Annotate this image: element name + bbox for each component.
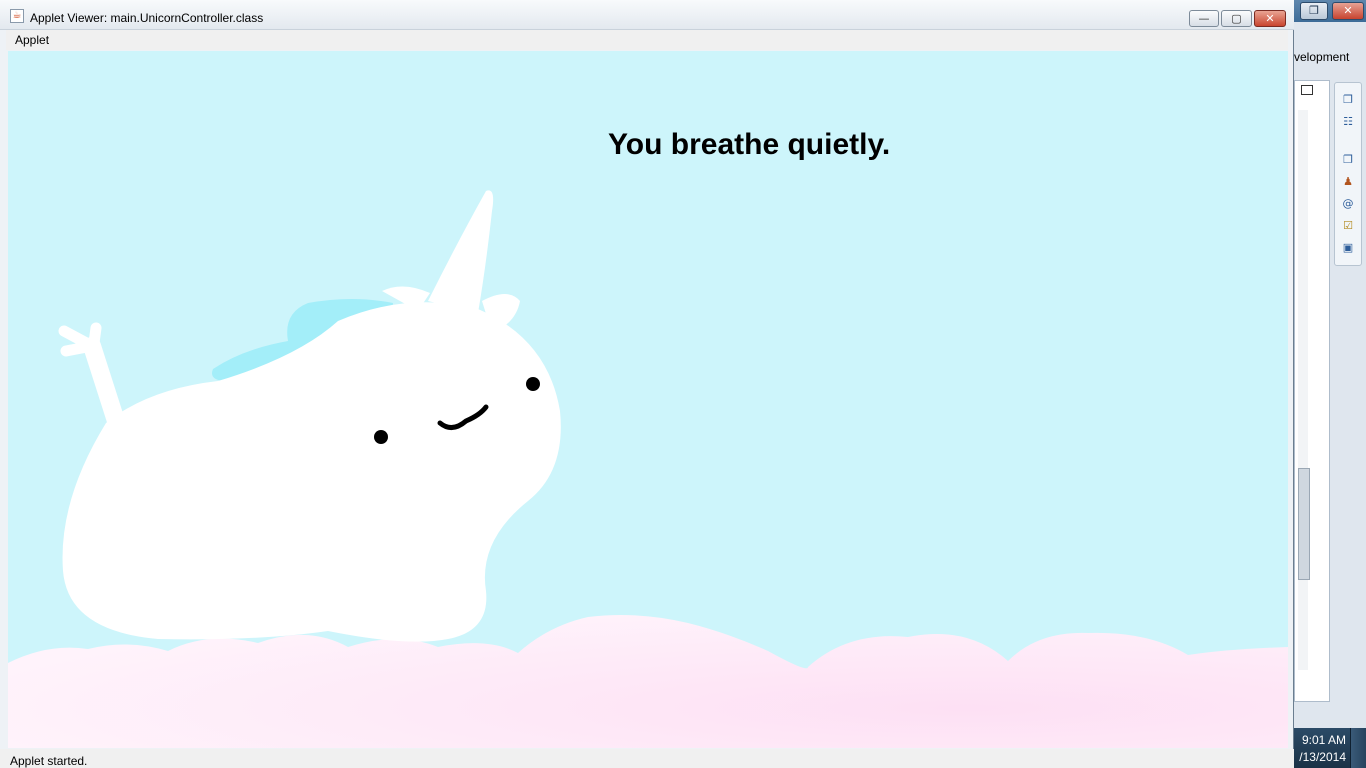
applet-message: You breathe quietly. bbox=[608, 128, 891, 161]
show-desktop-button[interactable] bbox=[1350, 728, 1366, 768]
restore-icon[interactable]: ❐ bbox=[1341, 153, 1355, 167]
perspective-tab-label[interactable]: velopment bbox=[1294, 50, 1349, 64]
window-title: Applet Viewer: main.UnicornController.cl… bbox=[30, 11, 264, 25]
unicorn-eye-right bbox=[526, 377, 540, 391]
java-icon: ☕ bbox=[10, 9, 24, 23]
unicorn-tail bbox=[58, 322, 125, 430]
minimize-button[interactable]: — bbox=[1189, 10, 1219, 27]
console-icon[interactable]: ▣ bbox=[1341, 241, 1355, 255]
title-bar[interactable]: ☕ Applet Viewer: main.UnicornController.… bbox=[0, 0, 1294, 30]
background-titlebar: ❐ ✕ bbox=[1290, 0, 1366, 22]
status-bar: Applet started. bbox=[0, 749, 1294, 768]
unicorn-body bbox=[62, 302, 561, 642]
maximize-button[interactable]: ▢ bbox=[1221, 10, 1252, 27]
close-icon[interactable]: ✕ bbox=[1332, 2, 1364, 20]
outline-icon[interactable]: ☷ bbox=[1341, 115, 1355, 129]
menu-bar: Applet bbox=[6, 30, 1288, 50]
restore-icon[interactable]: ❐ bbox=[1341, 93, 1355, 107]
editor-scrollbar[interactable] bbox=[1298, 110, 1308, 670]
scrollbar-thumb[interactable] bbox=[1298, 468, 1310, 580]
status-text: Applet started. bbox=[10, 754, 88, 768]
restore-icon[interactable]: ❐ bbox=[1300, 2, 1328, 20]
unicorn-horn bbox=[428, 190, 494, 313]
applet-viewer-window: ☕ Applet Viewer: main.UnicornController.… bbox=[0, 0, 1294, 768]
clock-date[interactable]: /13/2014 bbox=[1292, 750, 1346, 764]
at-icon[interactable]: @ bbox=[1341, 197, 1355, 211]
applet-canvas[interactable]: You breathe quietly. bbox=[8, 51, 1288, 748]
unicorn-eye-left bbox=[374, 430, 388, 444]
task-icon[interactable]: ☑ bbox=[1341, 219, 1355, 233]
close-button[interactable]: ✕ bbox=[1254, 10, 1286, 27]
menu-applet[interactable]: Applet bbox=[15, 33, 49, 47]
person-icon[interactable]: ♟ bbox=[1341, 175, 1355, 189]
background-ide-window: ❐ ✕ velopment ❐ ☷ ❐ ♟ @ ☑ ▣ 9:01 AM /13/… bbox=[1290, 0, 1366, 768]
side-toolbar: ❐ ☷ ❐ ♟ @ ☑ ▣ bbox=[1334, 82, 1362, 266]
maximize-icon[interactable] bbox=[1301, 85, 1313, 95]
clock-time[interactable]: 9:01 AM bbox=[1292, 733, 1346, 747]
